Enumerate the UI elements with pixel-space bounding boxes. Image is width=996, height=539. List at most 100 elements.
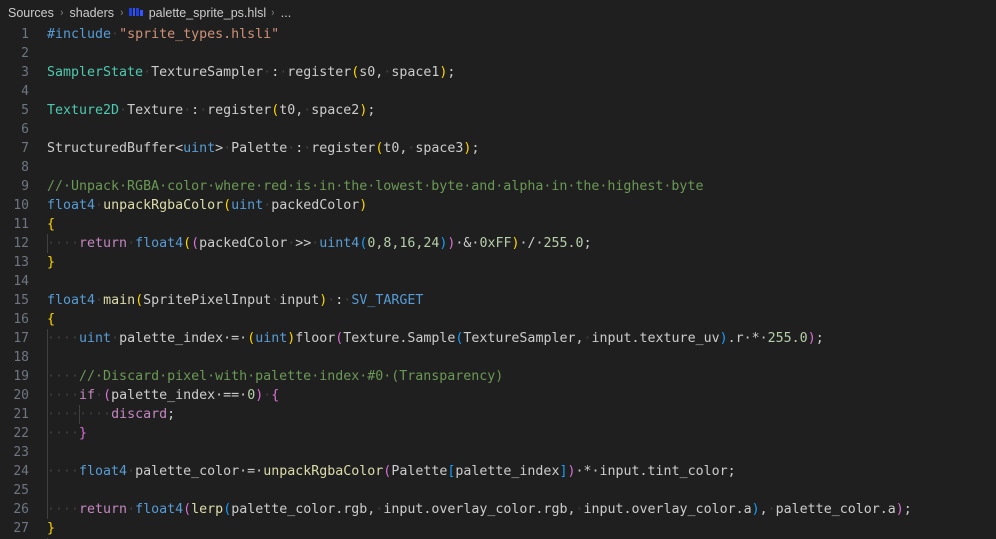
code-token: SamplerState [47, 65, 144, 80]
code-line[interactable]: 16 { [0, 310, 996, 329]
code-token: input.texture_uv [591, 331, 720, 346]
code-line[interactable]: 18 [0, 348, 996, 367]
code-line[interactable]: 9 //·Unpack·RGBA·color·where·red·is·in·th… [0, 177, 996, 196]
code-token: uint [79, 331, 112, 346]
breadcrumb-item-overflow[interactable]: ... [280, 6, 292, 20]
code-token: register [311, 141, 376, 156]
indent-guide [47, 443, 48, 462]
code-token: palette_color.a [775, 502, 896, 517]
indent-guide [47, 348, 48, 367]
code-token: · [111, 331, 120, 346]
code-token: · [223, 141, 232, 156]
indent-guide [47, 424, 48, 443]
code-line-content: } [47, 519, 996, 538]
code-token: main [103, 293, 136, 308]
code-line-content [47, 443, 996, 462]
breadcrumb-item-shaders[interactable]: shaders [69, 6, 115, 20]
code-token: t0, [279, 103, 304, 118]
code-token: register [287, 65, 352, 80]
code-token: unpackRgbaColor [263, 464, 384, 479]
code-line[interactable]: 6 [0, 120, 996, 139]
code-token: uint [255, 331, 288, 346]
code-line-content: ····return·float4(lerp(palette_color.rgb… [47, 500, 996, 519]
code-token: ···· [47, 369, 80, 384]
code-token: uint4 [319, 236, 360, 251]
line-number: 9 [21, 179, 29, 194]
code-line[interactable]: 1 #include·"sprite_types.hlsli" [0, 25, 996, 44]
code-line[interactable]: 13} [0, 253, 996, 272]
code-token: ( [183, 236, 192, 251]
code-line[interactable]: 7 StructuredBuffer<uint>·Palette·:·regist… [0, 139, 996, 158]
code-line[interactable]: 11 { [0, 215, 996, 234]
code-line[interactable]: 2 [0, 44, 996, 63]
code-token: ·*· [743, 331, 768, 346]
code-line-content: Texture2D·Texture·:·register(t0,·space2)… [47, 101, 996, 120]
code-lines-container: 1 #include·"sprite_types.hlsli" 2 3 SamplerS… [0, 25, 996, 539]
code-line[interactable]: 3 SamplerState·TextureSampler·:·register(… [0, 63, 996, 82]
code-line[interactable]: 15 float4·main(SpritePixelInput·input)·:·… [0, 291, 996, 310]
code-token: discard [111, 407, 168, 422]
code-line[interactable]: 4 [0, 82, 996, 101]
code-token: ( [223, 198, 232, 213]
code-line[interactable]: 26 ····return·float4(lerp(palette_color.r… [0, 500, 996, 519]
code-line[interactable]: 19 ····//·Discard·pixel·with·palette·inde… [0, 367, 996, 386]
code-token: ···· [79, 407, 112, 422]
code-token: · [95, 198, 104, 213]
line-number: 14 [13, 274, 29, 289]
code-line[interactable]: 22 ····} [0, 424, 996, 443]
code-token: packedColor [271, 198, 360, 213]
code-line[interactable]: 21 ········discard; [0, 405, 996, 424]
code-token: TextureSampler, [463, 331, 584, 346]
code-token: .r [727, 331, 744, 346]
code-line-content: ····} [47, 424, 996, 443]
line-number: 3 [21, 65, 29, 80]
code-token: //·Unpack·RGBA·color·where·red·is·in·the… [47, 179, 704, 194]
code-token: Texture.Sample [343, 331, 456, 346]
indent-guide [47, 405, 48, 424]
code-line[interactable]: 12 ····return·float4((packedColor·>>·uint… [0, 234, 996, 253]
code-token: · [263, 65, 272, 80]
code-line-content: ····return·float4((packedColor·>>·uint4(… [47, 234, 996, 253]
code-token: 0 [247, 388, 256, 403]
code-token: ·==· [215, 388, 248, 403]
code-token: input.overlay_color.a [583, 502, 752, 517]
code-token: } [47, 521, 56, 536]
code-line[interactable]: 17 ····uint·palette_index·=·(uint)floor(T… [0, 329, 996, 348]
code-token: ) [895, 502, 904, 517]
code-token: Palette [231, 141, 288, 156]
code-line[interactable]: 5 Texture2D·Texture·:·register(t0,·space2… [0, 101, 996, 120]
code-line[interactable]: 27} [0, 519, 996, 538]
code-line[interactable]: 8 [0, 158, 996, 177]
code-token: ; [815, 331, 824, 346]
code-line-content: float4·main(SpritePixelInput·input)·:·SV… [47, 291, 996, 310]
code-line[interactable]: 23 [0, 443, 996, 462]
code-token: ; [903, 502, 912, 517]
code-line[interactable]: 20 ····if·(palette_index·==·0)·{ [0, 386, 996, 405]
code-token: { [47, 312, 56, 327]
line-number: 22 [13, 426, 29, 441]
code-line[interactable]: 10 float4·unpackRgbaColor(uint·packedColo… [0, 196, 996, 215]
code-line-content: ········discard; [47, 405, 996, 424]
code-token: ·*· [575, 464, 600, 479]
code-token: float4 [47, 198, 96, 213]
code-token: palette_color [135, 464, 240, 479]
code-token: return [79, 502, 128, 517]
code-token: ; [167, 407, 176, 422]
code-line[interactable]: 14 [0, 272, 996, 291]
code-token: Palette [391, 464, 448, 479]
code-token: floor [295, 331, 336, 346]
code-token: · [143, 65, 152, 80]
code-token: 0xFF [479, 236, 512, 251]
breadcrumb-item-sources[interactable]: Sources [7, 6, 55, 20]
code-token: ···· [47, 464, 80, 479]
code-token: input.overlay_color.rgb, [383, 502, 576, 517]
code-token: · [111, 27, 120, 42]
line-number: 18 [13, 350, 29, 365]
code-editor[interactable]: 1 #include·"sprite_types.hlsli" 2 3 SamplerS… [0, 25, 996, 539]
code-line[interactable]: 25 [0, 481, 996, 500]
code-line-content: ····uint·palette_index·=·(uint)floor(Tex… [47, 329, 996, 348]
code-token: · [127, 502, 136, 517]
code-line-content: } [47, 253, 996, 272]
code-line[interactable]: 24 ····float4·palette_color·=·unpackRgbaC… [0, 462, 996, 481]
breadcrumb-item-file[interactable]: palette_sprite_ps.hlsl [128, 6, 266, 20]
